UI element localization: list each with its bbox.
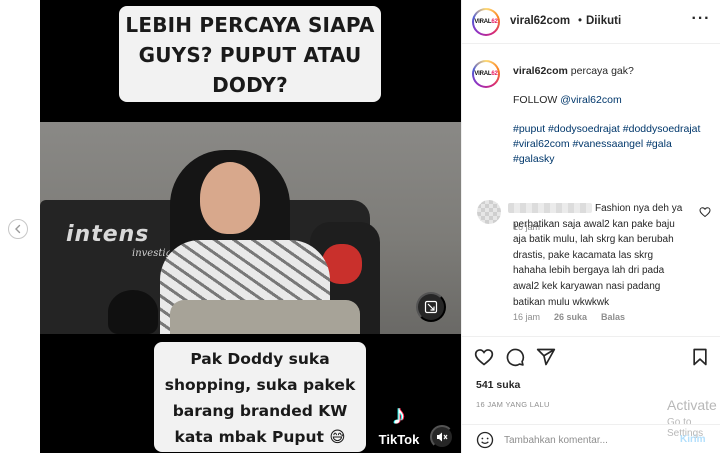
tiktok-label: TikTok <box>378 432 420 447</box>
hashtag-link[interactable]: #gala <box>646 138 672 150</box>
comment-like-count[interactable]: 26 suka <box>554 312 587 322</box>
comment-line: batikan mulu wkwkwk <box>513 296 610 308</box>
video-logo: intens <box>66 222 150 247</box>
comment-timestamp[interactable]: 16 jam <box>513 312 540 322</box>
hashtag-link[interactable]: #galasky <box>513 153 554 165</box>
commenter-avatar-blurred[interactable] <box>477 200 501 224</box>
hashtag-link[interactable]: #viral62com <box>513 138 570 150</box>
video-caption-bottom: Pak Doddy suka shopping, suka pakek bara… <box>154 342 366 452</box>
comment-line: aja batik mulu, lah skrg kan berubah <box>513 234 674 246</box>
author-username[interactable]: viral62com <box>510 15 570 27</box>
follow-prefix: FOLLOW <box>513 94 558 106</box>
follow-state-button[interactable]: Diikuti <box>586 15 621 27</box>
avatar-text: VIRAL <box>474 71 492 77</box>
avatar-inner: VIRAL 62 <box>474 10 498 34</box>
video-caption-top: LEBIH PERCAYA SIAPA GUYS? PUPUT ATAU DOD… <box>119 6 381 102</box>
more-options-button[interactable]: ··· <box>690 8 712 30</box>
bookmark-icon[interactable] <box>690 347 710 367</box>
expand-icon <box>424 300 438 314</box>
separator-dot: • <box>578 15 583 27</box>
post-details-panel: VIRAL 62 viral62com • Diikuti ··· VIRAL 62… <box>461 0 720 453</box>
like-count[interactable]: 541 suka <box>476 379 520 391</box>
comment-line: perhatikan saja awal2 kan pake baju <box>513 218 675 230</box>
comment-line: Fashion nya deh ya <box>595 203 683 214</box>
avatar-text: VIRAL <box>474 19 492 25</box>
post-header: VIRAL 62 viral62com • Diikuti ··· <box>462 0 720 44</box>
comment-like-icon[interactable] <box>699 206 711 218</box>
hashtag-link[interactable]: #puput <box>513 123 545 135</box>
speaker-muted-icon <box>437 432 448 442</box>
avatar-accent: 62 <box>491 19 498 25</box>
avatar-inner: VIRAL 62 <box>474 62 498 86</box>
hashtag-line: #viral62com #vanessaangel #gala <box>513 137 713 152</box>
caption-top-line: LEBIH PERCAYA SIAPA <box>125 13 375 37</box>
emoji-icon[interactable] <box>476 431 494 449</box>
avatar-accent: 62 <box>491 71 498 77</box>
caption-follow-line: FOLLOW @viral62com <box>513 93 713 108</box>
comment-text: Fashion nya deh ya perhatikan saja awal2… <box>513 201 698 310</box>
post-actions: 541 suka 16 JAM YANG LALU Activate Go to… <box>462 336 720 453</box>
comment-bubble-icon[interactable] <box>505 347 525 367</box>
caption-top-line: GUYS? PUPUT ATAU <box>138 43 362 67</box>
hashtag-link[interactable]: #dodysoedrajat <box>548 123 620 135</box>
tiktok-watermark: ♪ TikTok <box>368 399 430 448</box>
tiktok-icon: ♪ <box>392 399 406 430</box>
instagram-post-viewer: LEBIH PERCAYA SIAPA GUYS? PUPUT ATAU DOD… <box>0 0 720 453</box>
hashtag-link[interactable]: #vanessaangel <box>573 138 644 150</box>
caption-bottom-line: barang branded KW <box>172 402 348 420</box>
hashtag-link[interactable]: #doddysoedrajat <box>623 123 701 135</box>
hashtag-line: #puput #dodysoedrajat #doddysoedrajat <box>513 122 713 137</box>
comment-line: hahaha lebih bergaya lah dri pada <box>513 265 665 277</box>
post-time-ago[interactable]: 16 JAM YANG LALU <box>476 400 550 409</box>
post-media[interactable]: LEBIH PERCAYA SIAPA GUYS? PUPUT ATAU DOD… <box>40 0 461 453</box>
mute-button[interactable] <box>430 425 454 449</box>
comment-input[interactable] <box>504 431 664 449</box>
reply-button[interactable]: Balas <box>601 312 625 322</box>
caption-bottom-line: shopping, suka pakek <box>164 376 356 394</box>
microphone <box>108 290 158 334</box>
caption-first-line: viral62com percaya gak? <box>513 64 713 79</box>
comment-line: awal2 kek karyawan nasi padang <box>513 280 661 292</box>
person-face <box>200 162 260 234</box>
comment-meta: 16 jam 26 suka Balas <box>513 312 625 322</box>
caption-username[interactable]: viral62com <box>513 65 568 77</box>
video-frame[interactable]: intens investigasi <box>40 122 461 334</box>
hashtag-line: #galasky <box>513 152 713 167</box>
expand-media-button[interactable] <box>416 292 446 322</box>
caption-bottom-line: Pak Doddy suka <box>190 350 330 368</box>
add-comment-bar: Kirim <box>462 424 720 453</box>
caption-text: percaya gak? <box>570 65 634 77</box>
author-avatar[interactable]: VIRAL 62 <box>472 8 500 36</box>
caption-mention-link[interactable]: @viral62com <box>560 94 621 106</box>
post-comment-button[interactable]: Kirim <box>680 434 706 445</box>
share-send-icon[interactable] <box>536 347 556 367</box>
previous-post-button[interactable] <box>8 219 28 239</box>
caption-bottom-line: kata mbak Puput 😅 <box>174 428 346 446</box>
comment-line: drastis, pake kacamata las skrg <box>513 249 654 261</box>
like-heart-icon[interactable] <box>474 347 494 367</box>
cushion <box>170 300 360 334</box>
caption-avatar[interactable]: VIRAL 62 <box>472 60 500 88</box>
chevron-left-icon <box>15 224 21 234</box>
caption-body: viral62com percaya gak? FOLLOW @viral62c… <box>513 64 713 167</box>
windows-activate-watermark: Activate <box>667 397 717 413</box>
caption-top-line: DODY? <box>212 73 288 97</box>
